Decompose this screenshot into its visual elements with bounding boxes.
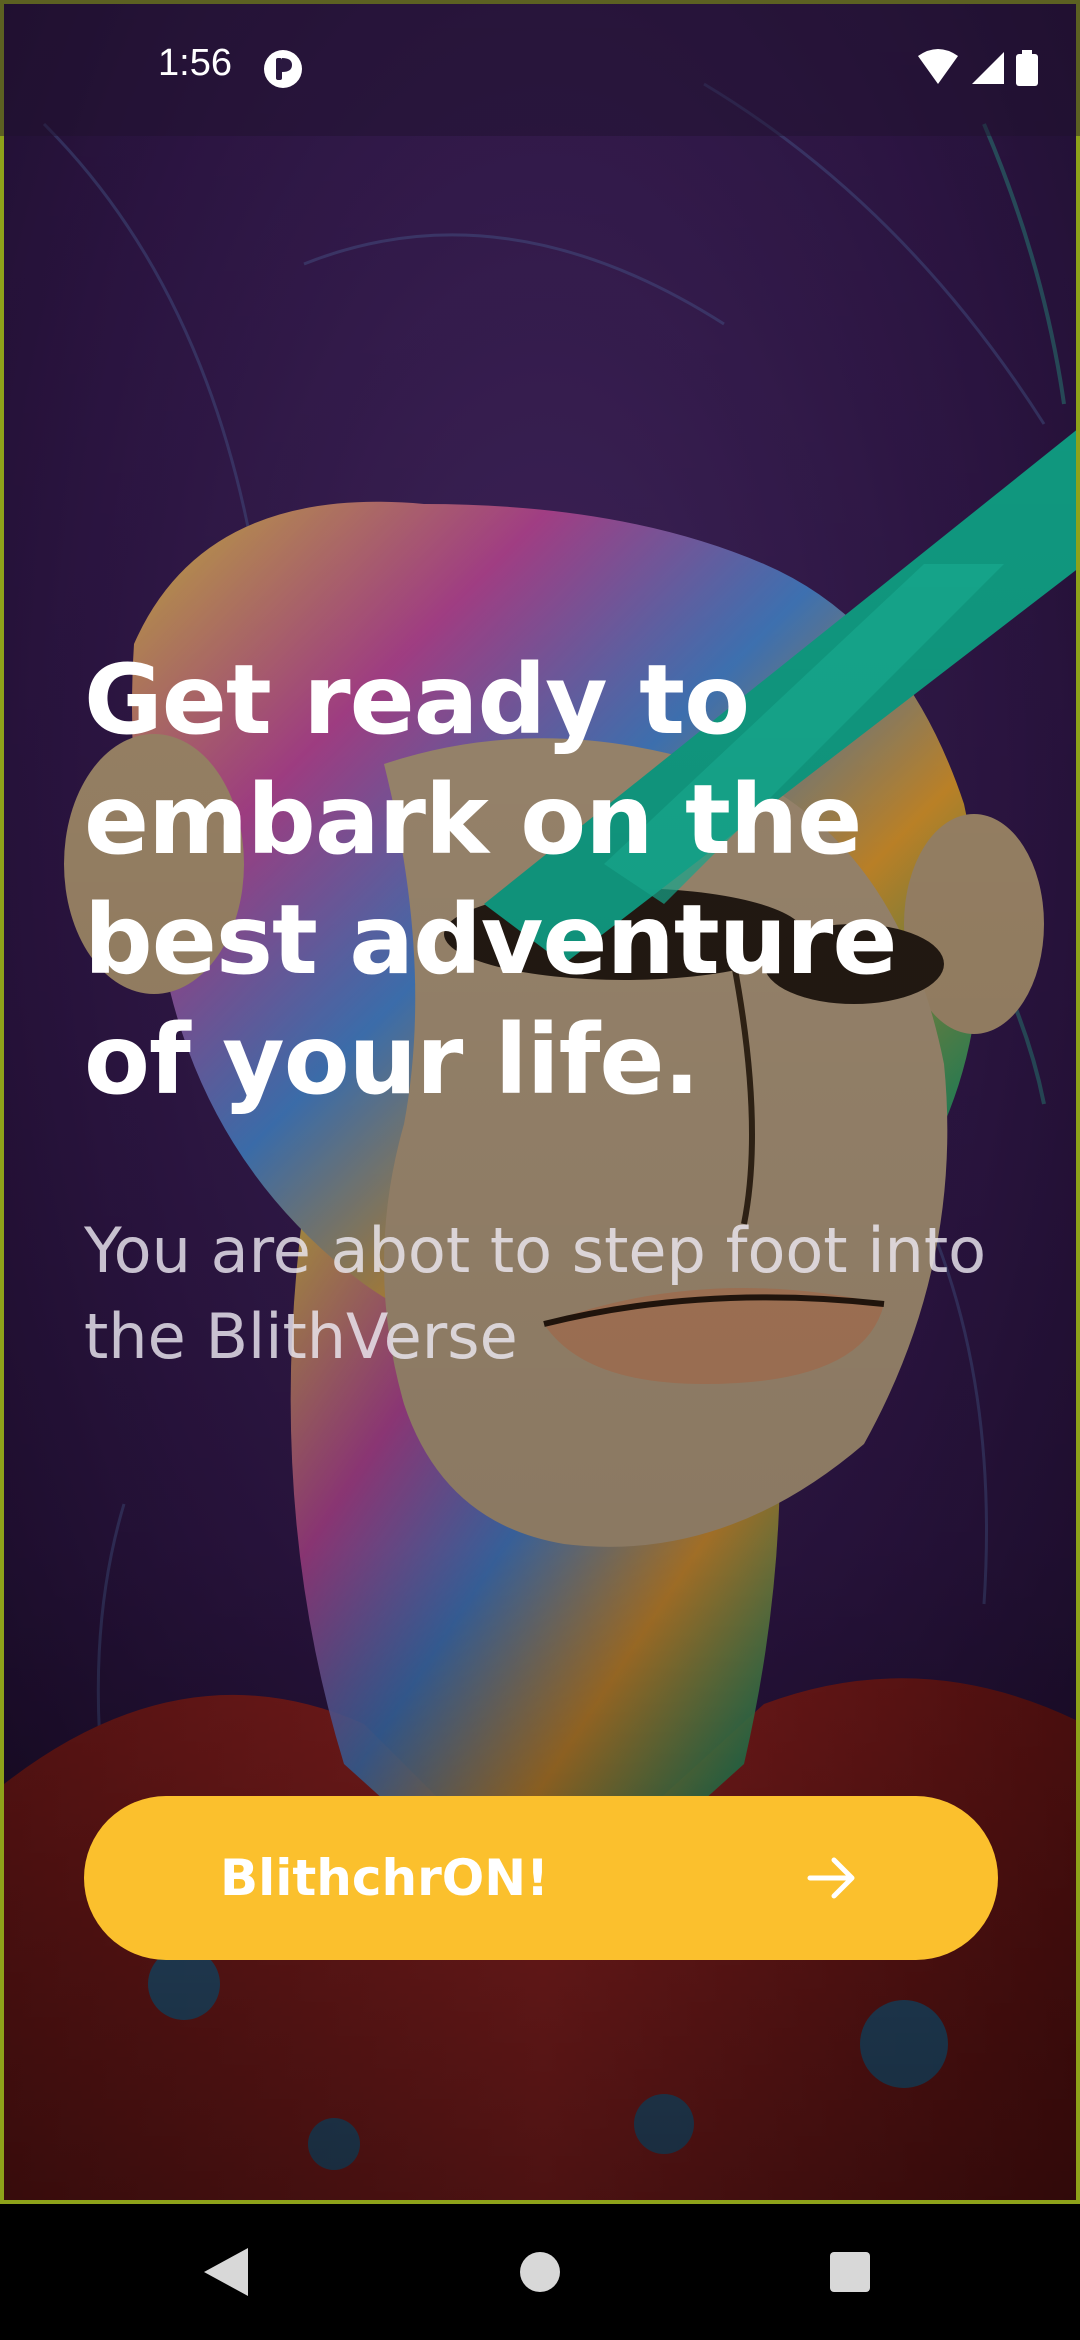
blithchron-cta-button[interactable]: BlithchrON!	[84, 1796, 998, 1960]
app-screen: 1:56 Get ready to embark on the best adv…	[0, 0, 1080, 2340]
wifi-icon	[918, 49, 958, 84]
cta-label: BlithchrON!	[220, 1849, 549, 1907]
status-bar: 1:56	[0, 0, 1080, 136]
recents-square-icon[interactable]	[812, 2234, 888, 2310]
home-circle-icon[interactable]	[502, 2234, 578, 2310]
status-time: 1:56	[158, 42, 232, 84]
app-notification-icon	[264, 50, 302, 88]
arrow-right-icon	[807, 1857, 855, 1899]
status-icons	[918, 49, 1038, 86]
back-triangle-icon[interactable]	[188, 2234, 264, 2310]
cellular-signal-icon	[972, 52, 1004, 84]
hero-subtitle: You are abot to step foot into the Blith…	[84, 1214, 987, 1373]
battery-icon	[1016, 50, 1038, 86]
hero-headline: Get ready to embark on the best adventur…	[84, 644, 898, 1116]
system-navigation-bar	[0, 2204, 1080, 2340]
